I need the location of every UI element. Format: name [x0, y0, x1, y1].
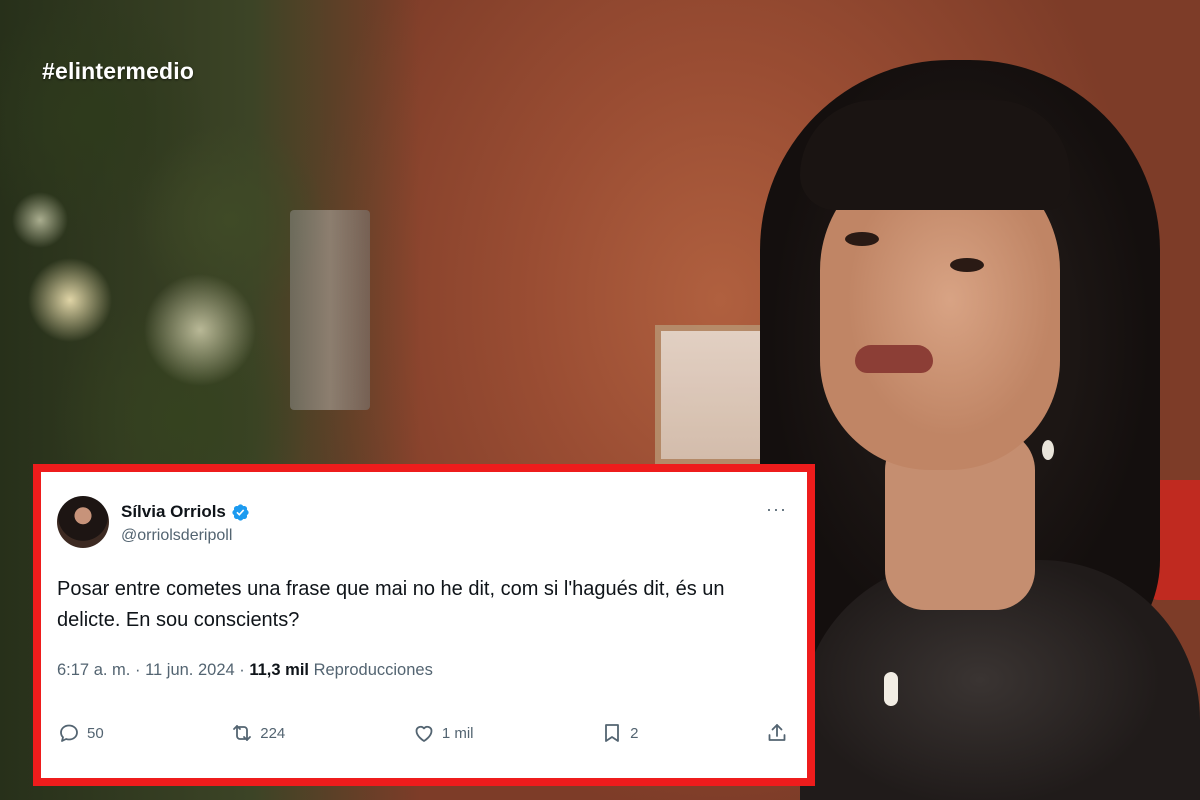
tweet-card[interactable]: Sílvia Orriols @orriolsderipoll ··· Posa…: [41, 472, 807, 778]
reply-count: 50: [87, 724, 104, 742]
bookmark-icon: [605, 724, 619, 742]
bookmark-count: 2: [630, 724, 639, 742]
tweet-text: Posar entre cometes una frase que mai no…: [57, 578, 725, 631]
tweet-meta: 6:17 a. m. · 11 jun. 2024 · 11,3 mil Rep…: [57, 661, 433, 680]
like-button[interactable]: 1 mil: [412, 721, 474, 745]
share-button[interactable]: [765, 721, 789, 745]
reply-icon: [60, 724, 78, 742]
retweet-button[interactable]: 224: [230, 721, 285, 745]
tweet-time[interactable]: 6:17 a. m.: [57, 661, 130, 679]
person-eye-right: [950, 258, 984, 272]
retweet-count: 224: [260, 724, 286, 742]
background-picture-frame: [655, 325, 770, 465]
tweet-actions: 50 224 1 mil 2: [57, 718, 789, 748]
author-handle[interactable]: @orriolsderipoll: [121, 527, 232, 545]
person-mouth: [855, 345, 933, 373]
like-icon: [415, 725, 433, 742]
meta-separator: ·: [239, 661, 245, 679]
channel-hashtag-watermark: #elintermedio: [42, 58, 195, 84]
person-eye-left: [845, 232, 879, 246]
share-icon: [768, 724, 786, 741]
person-necklace-pendant: [884, 672, 898, 706]
background-planter: [290, 210, 370, 410]
bookmark-button[interactable]: 2: [600, 721, 638, 745]
person-earring: [1042, 440, 1054, 460]
person-bangs: [800, 100, 1070, 210]
meta-separator: ·: [134, 661, 141, 679]
author-row: Sílvia Orriols: [121, 502, 250, 522]
avatar[interactable]: [57, 496, 109, 548]
verified-badge-icon: [232, 503, 249, 521]
more-icon[interactable]: ···: [766, 500, 787, 518]
tweet-highlight-frame: Sílvia Orriols @orriolsderipoll ··· Posa…: [33, 464, 815, 786]
like-count: 1 mil: [441, 724, 474, 742]
author-name[interactable]: Sílvia Orriols: [121, 502, 226, 522]
views-label: Reproducciones: [313, 661, 433, 679]
views-count: 11,3 mil: [249, 661, 309, 679]
retweet-icon: [233, 725, 252, 741]
tweet-date[interactable]: 11 jun. 2024: [145, 661, 235, 679]
reply-button[interactable]: 50: [57, 721, 104, 745]
